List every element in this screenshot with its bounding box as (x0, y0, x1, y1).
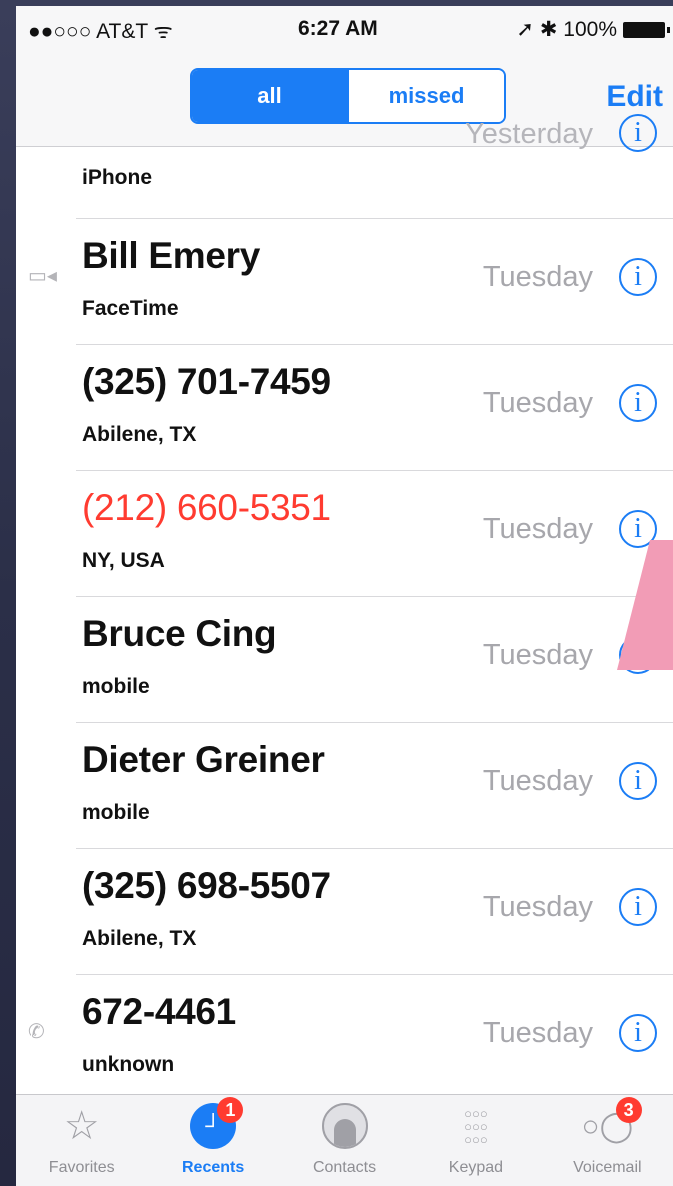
call-date: Tuesday (482, 765, 593, 797)
caller-name: (325) 698-5507 (82, 865, 331, 906)
call-date: Tuesday (482, 513, 593, 545)
call-date: Tuesday (482, 261, 593, 293)
call-type: unknown (82, 1053, 175, 1076)
carrier-signal: ●●○○○ AT&T ᯤ (28, 20, 173, 43)
call-date: Tuesday (482, 1017, 593, 1049)
segment-missed[interactable]: missed (347, 70, 504, 122)
facetime-icon: ▭◂ (28, 265, 57, 287)
location-bluetooth-battery: ➚ ✱ 100% (516, 18, 617, 41)
call-date: Yesterday (465, 118, 593, 150)
tab-label: Keypad (448, 1159, 504, 1176)
caller-name: 672-4461 (82, 991, 236, 1032)
call-type: Abilene, TX (82, 423, 197, 446)
keypad-icon: ○○○ ○○○ ○○○ (464, 1105, 488, 1147)
call-row[interactable]: (325) 701-7459 Abilene, TX Tuesday i (76, 345, 673, 471)
contact-icon (321, 1103, 368, 1149)
contact-icon-wrap (321, 1103, 368, 1149)
status-bar: ●●○○○ AT&T ᯤ 6:27 AM ➚ ✱ 100% (16, 6, 673, 50)
tab-favorites[interactable]: ☆ Favorites (16, 1095, 147, 1186)
tab-label: Voicemail (573, 1159, 642, 1176)
tab-label: Contacts (312, 1159, 377, 1176)
recents-filter-segmented-control: all missed (190, 68, 506, 124)
call-type: mobile (82, 801, 150, 824)
phone-screen: ●●○○○ AT&T ᯤ 6:27 AM ➚ ✱ 100% all missed… (16, 6, 673, 1186)
caller-name: (325) 701-7459 (82, 361, 331, 402)
call-type: NY, USA (82, 549, 165, 572)
call-date: Tuesday (482, 387, 593, 419)
battery-icon (623, 21, 670, 38)
caller-name: Bill Emery (82, 235, 260, 276)
edit-button[interactable]: Edit (606, 80, 663, 114)
call-row[interactable]: ✆ 672-4461 unknown Tuesday i (28, 975, 673, 1101)
recents-badge: 1 (217, 1097, 244, 1123)
tab-label: Favorites (48, 1159, 115, 1176)
call-row[interactable]: iPhone Yesterday i (76, 114, 673, 219)
info-button[interactable]: i (619, 114, 657, 152)
tab-bar: ☆ Favorites ┘ 1 Recents Contacts ○○○ ○○○ ○… (16, 1094, 673, 1186)
tab-label: Recents (181, 1159, 245, 1176)
call-type: mobile (82, 675, 150, 698)
clock: 6:27 AM (298, 17, 378, 40)
call-type: iPhone (82, 166, 153, 189)
call-row[interactable]: Dieter Greiner mobile Tuesday i (76, 723, 673, 849)
info-button[interactable]: i (619, 384, 657, 422)
call-row[interactable]: (212) 660-5351 NY, USA Tuesday i (76, 471, 673, 597)
segment-all[interactable]: all (192, 70, 347, 122)
call-date: Tuesday (482, 639, 593, 671)
star-icon: ☆ (63, 1104, 100, 1148)
recent-calls-list: iPhone Yesterday i ▭◂ Bill Emery FaceTim… (16, 114, 673, 1101)
tab-recents[interactable]: ┘ 1 Recents (147, 1095, 278, 1186)
call-date: Tuesday (482, 891, 593, 923)
info-button[interactable]: i (619, 762, 657, 800)
voicemail-badge: 3 (615, 1097, 642, 1123)
call-type: FaceTime (82, 297, 179, 320)
call-row[interactable]: (325) 698-5507 Abilene, TX Tuesday i (76, 849, 673, 975)
status-indicators: ➚ ✱ 100% (516, 17, 670, 42)
call-row[interactable]: Bruce Cing mobile Tuesday i (76, 597, 673, 723)
tab-keypad[interactable]: ○○○ ○○○ ○○○ Keypad (410, 1095, 541, 1186)
info-button[interactable]: i (619, 888, 657, 926)
info-button[interactable]: i (619, 258, 657, 296)
info-button[interactable]: i (619, 1014, 657, 1052)
caller-name-missed: (212) 660-5351 (82, 487, 331, 528)
call-row[interactable]: ▭◂ Bill Emery FaceTime Tuesday i (28, 219, 673, 345)
tab-voicemail[interactable]: ○◯ 3 Voicemail (542, 1095, 673, 1186)
tab-contacts[interactable]: Contacts (279, 1095, 410, 1186)
outgoing-call-icon: ✆ (28, 1021, 45, 1043)
caller-name: Dieter Greiner (82, 739, 325, 780)
call-type: Abilene, TX (82, 927, 197, 950)
caller-name: Bruce Cing (82, 613, 277, 654)
